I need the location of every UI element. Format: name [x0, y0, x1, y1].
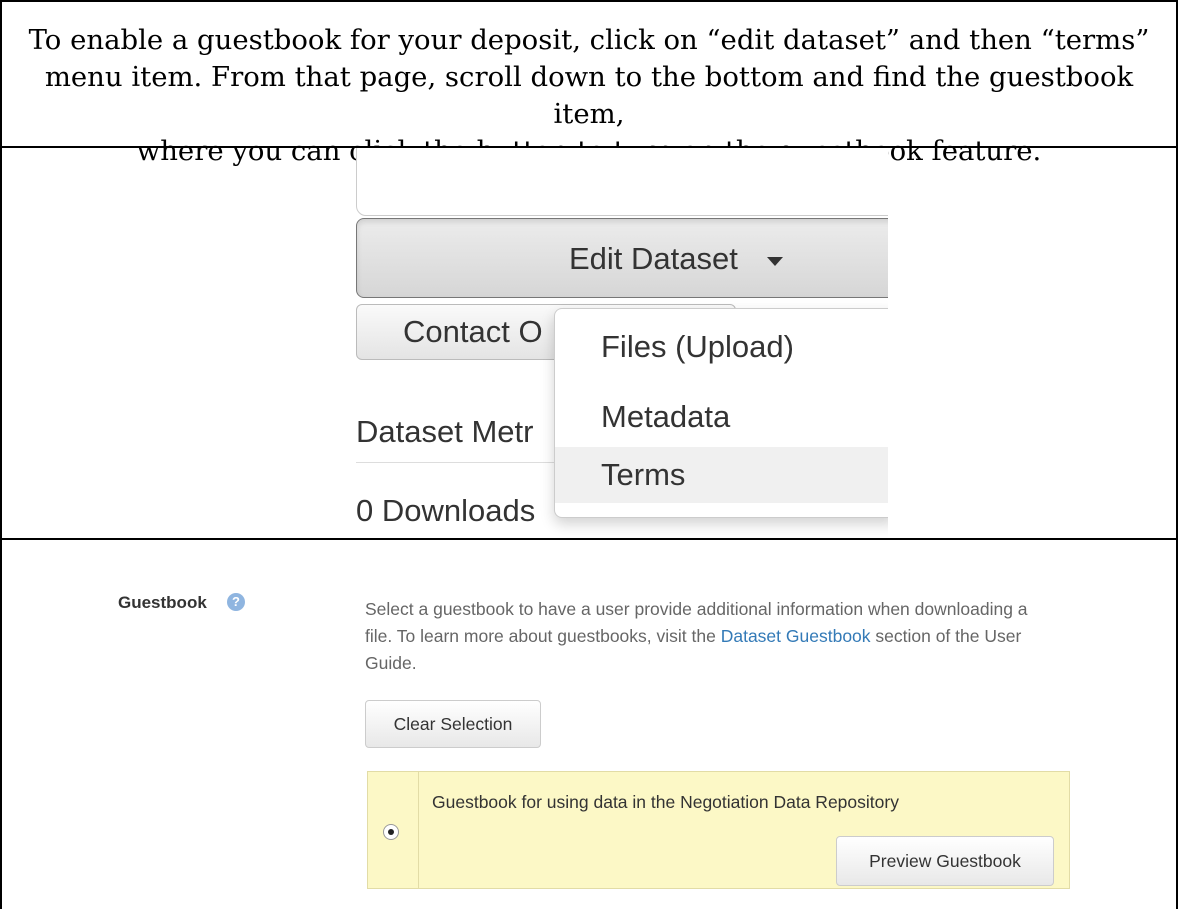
menu-item-label: Files (Upload)	[601, 329, 794, 364]
menu-item-terms[interactable]: Terms	[555, 447, 888, 503]
edit-dataset-label: Edit Dataset	[569, 241, 738, 276]
metrics-divider	[356, 462, 576, 463]
guestbook-radio[interactable]	[383, 824, 399, 840]
guestbook-description: Select a guestbook to have a user provid…	[365, 596, 1045, 677]
preview-guestbook-button[interactable]: Preview Guestbook	[836, 836, 1054, 886]
edit-dataset-dropdown-menu: Files (Upload) Metadata Terms	[554, 308, 888, 518]
menu-item-label: Metadata	[601, 399, 731, 434]
menu-item-label: Terms	[601, 457, 686, 492]
dataset-guestbook-link[interactable]: Dataset Guestbook	[721, 626, 871, 646]
edit-dataset-screenshot: Edit Dataset Contact O Dataset Metr 0 Do…	[352, 148, 888, 538]
radio-selected-dot	[388, 829, 394, 835]
guestbook-option-row: Guestbook for using data in the Negotiat…	[367, 771, 1070, 889]
cell-divider	[418, 772, 419, 888]
downloads-count: 0 Downloads	[356, 493, 536, 528]
caret-down-icon	[767, 257, 783, 266]
menu-item-files-upload[interactable]: Files (Upload)	[555, 319, 888, 375]
guestbook-label: Guestbook	[118, 593, 207, 612]
dataset-metrics-heading: Dataset Metr	[356, 414, 534, 449]
edit-dataset-screenshot-cell: Edit Dataset Contact O Dataset Metr 0 Do…	[0, 148, 1178, 540]
contact-owner-label: Contact O	[403, 314, 543, 349]
question-circle-icon[interactable]: ?	[227, 593, 245, 611]
guestbook-screenshot-cell: Guestbook ? Select a guestbook to have a…	[0, 540, 1178, 909]
guestbook-screenshot: Guestbook ? Select a guestbook to have a…	[0, 540, 1176, 909]
clear-selection-button[interactable]: Clear Selection	[365, 700, 541, 748]
instruction-line-1: To enable a guestbook for your deposit, …	[28, 24, 1150, 56]
instruction-cell: To enable a guestbook for your deposit, …	[0, 0, 1178, 167]
instruction-line-2: menu item. From that page, scroll down t…	[44, 61, 1134, 130]
edit-dataset-button[interactable]: Edit Dataset	[356, 218, 888, 298]
guestbook-name: Guestbook for using data in the Negotiat…	[432, 792, 899, 812]
previous-panel-box	[356, 148, 888, 216]
menu-item-metadata[interactable]: Metadata	[555, 389, 888, 445]
